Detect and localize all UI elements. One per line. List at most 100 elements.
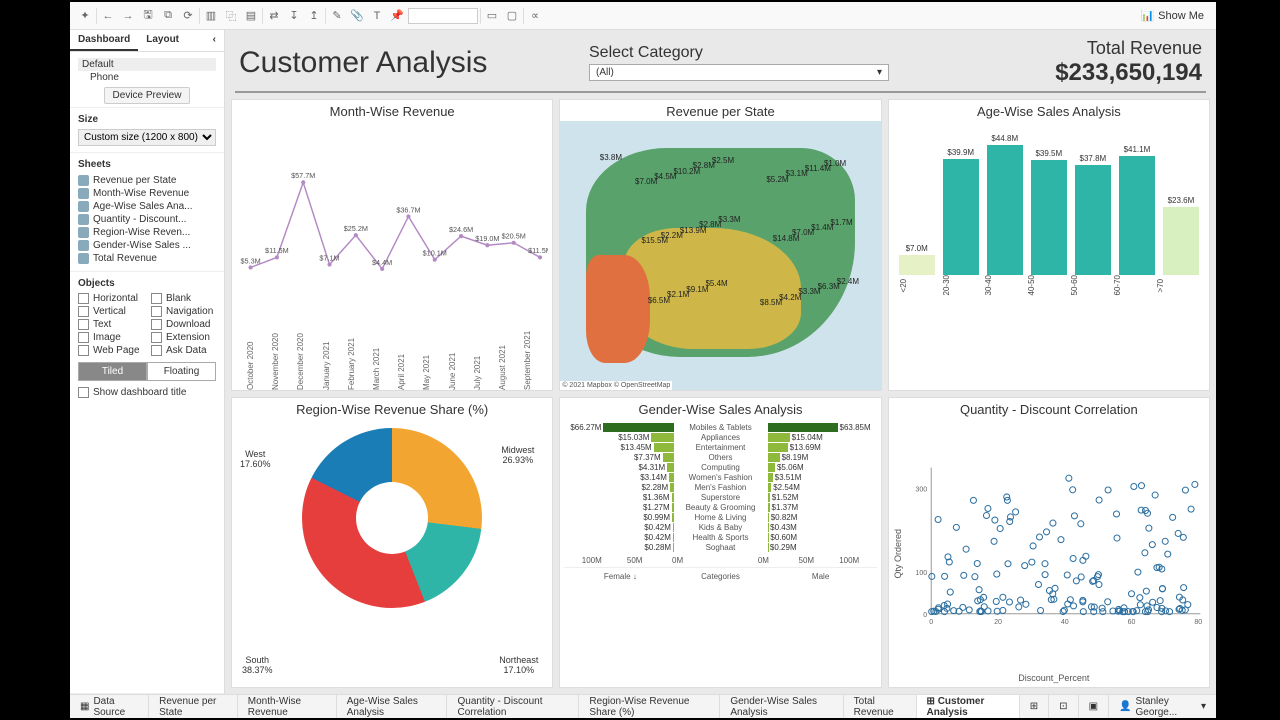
sheet-tab[interactable]: Month-Wise Revenue bbox=[238, 695, 337, 718]
tiled-toggle[interactable]: Tiled bbox=[78, 362, 147, 381]
svg-text:$19.0M: $19.0M bbox=[475, 234, 499, 243]
svg-text:$10.1M: $10.1M bbox=[423, 249, 447, 258]
panel-qty-discount[interactable]: Quantity - Discount Correlation Qty Orde… bbox=[888, 397, 1210, 689]
object-item[interactable]: Navigation bbox=[151, 306, 216, 317]
sheet-tab[interactable]: Age-Wise Sales Analysis bbox=[337, 695, 448, 718]
tab-dashboard[interactable]: Dashboard bbox=[70, 30, 138, 51]
object-icon bbox=[78, 345, 89, 356]
object-item[interactable]: Ask Data bbox=[151, 345, 216, 356]
sheet-tab[interactable]: Gender-Wise Sales Analysis bbox=[720, 695, 843, 718]
new-sheet-icon[interactable]: ⊞ bbox=[1020, 695, 1049, 718]
search-input[interactable] bbox=[408, 8, 478, 24]
sheet-item[interactable]: Month-Wise Revenue bbox=[78, 187, 216, 200]
sheet-item[interactable]: Total Revenue bbox=[78, 252, 216, 265]
new-dashboard-icon[interactable]: ⊡ bbox=[1049, 695, 1078, 718]
back-icon[interactable]: ← bbox=[99, 7, 117, 25]
size-title: Size bbox=[78, 114, 216, 125]
present-icon[interactable]: ▢ bbox=[503, 7, 521, 25]
separator bbox=[262, 8, 263, 24]
panel-age-sales[interactable]: Age-Wise Sales Analysis $7.0M$39.9M$44.8… bbox=[888, 99, 1210, 391]
collapse-icon[interactable]: ‹ bbox=[205, 30, 224, 51]
panel-title: Region-Wise Revenue Share (%) bbox=[232, 398, 552, 419]
sheet-item[interactable]: Region-Wise Reven... bbox=[78, 226, 216, 239]
device-phone[interactable]: Phone bbox=[78, 71, 216, 84]
objects-block: Objects Horizontal Blank Vertical Navigatio… bbox=[70, 272, 224, 694]
size-select[interactable]: Custom size (1200 x 800) bbox=[78, 129, 216, 146]
object-item[interactable]: Blank bbox=[151, 293, 216, 304]
sheet-tab[interactable]: Total Revenue bbox=[844, 695, 917, 718]
refresh-icon[interactable]: ⟳ bbox=[179, 7, 197, 25]
tableau-app: ✦ ← → 🖫 ⧉ ⟳ ▥ ⿻ ▤ ⇄ ↧ ↥ ✎ 📎 T 📌 ▭ ▢ ∝ 📊 … bbox=[70, 2, 1216, 718]
sort-asc-icon[interactable]: ↧ bbox=[285, 7, 303, 25]
sheets-block: Sheets Revenue per StateMonth-Wise Reven… bbox=[70, 153, 224, 272]
svg-text:$7.1M: $7.1M bbox=[319, 253, 339, 262]
y-axis-label: Qty Ordered bbox=[893, 423, 903, 684]
sheet-tab[interactable]: Quantity - Discount Correlation bbox=[447, 695, 579, 718]
bar-chart: $7.0M$39.9M$44.8M$39.5M$37.8M$41.1M$23.6… bbox=[889, 121, 1209, 390]
share-icon[interactable]: ∝ bbox=[526, 7, 544, 25]
svg-text:80: 80 bbox=[1194, 618, 1202, 625]
save-icon[interactable]: 🖫 bbox=[139, 7, 157, 25]
object-item[interactable]: Download bbox=[151, 319, 216, 330]
device-default[interactable]: Default bbox=[78, 58, 216, 71]
sheet-item[interactable]: Revenue per State bbox=[78, 174, 216, 187]
floating-toggle[interactable]: Floating bbox=[147, 362, 216, 381]
sheet-tab[interactable]: Region-Wise Revenue Share (%) bbox=[579, 695, 720, 718]
attach-icon[interactable]: 📎 bbox=[348, 7, 366, 25]
sheet-icon bbox=[78, 175, 89, 186]
pin-icon[interactable]: 📌 bbox=[388, 7, 406, 25]
show-me-button[interactable]: 📊 Show Me bbox=[1134, 6, 1210, 26]
svg-text:60: 60 bbox=[1127, 618, 1135, 625]
sheet-item[interactable]: Age-Wise Sales Ana... bbox=[78, 200, 216, 213]
logo-icon: ✦ bbox=[76, 7, 94, 25]
objects-title: Objects bbox=[78, 278, 216, 289]
panel-title: Quantity - Discount Correlation bbox=[889, 398, 1209, 419]
sheet-icon bbox=[78, 240, 89, 251]
device-block: Default Phone Device Preview bbox=[70, 52, 224, 108]
kpi-label: Total Revenue bbox=[899, 38, 1202, 59]
butterfly-chart: $66.27MMobiles & Tablets$63.85M$15.03MAp… bbox=[560, 419, 880, 688]
object-icon bbox=[151, 319, 162, 330]
device-preview-button[interactable]: Device Preview bbox=[104, 87, 191, 104]
svg-text:$57.7M: $57.7M bbox=[291, 171, 315, 180]
object-item[interactable]: Text bbox=[78, 319, 143, 330]
panel-region-share[interactable]: Region-Wise Revenue Share (%) West17.60%… bbox=[231, 397, 553, 689]
highlight-icon[interactable]: ✎ bbox=[328, 7, 346, 25]
label-northeast: Northeast17.10% bbox=[499, 655, 538, 675]
fit-icon[interactable]: ▭ bbox=[483, 7, 501, 25]
object-item[interactable]: Image bbox=[78, 332, 143, 343]
sheet-tab[interactable]: Revenue per State bbox=[149, 695, 238, 718]
text-icon[interactable]: T bbox=[368, 7, 386, 25]
duplicate-icon[interactable]: ⿻ bbox=[222, 7, 240, 25]
sheet-item[interactable]: Quantity - Discount... bbox=[78, 213, 216, 226]
object-item[interactable]: Web Page bbox=[78, 345, 143, 356]
donut-chart: West17.60% Midwest26.93% Northeast17.10%… bbox=[232, 419, 552, 688]
swap-icon[interactable]: ⇄ bbox=[265, 7, 283, 25]
data-source-tab[interactable]: ▦ Data Source bbox=[70, 695, 149, 718]
user-menu[interactable]: 👤 Stanley George... ▾ bbox=[1109, 696, 1216, 718]
sheet-tab[interactable]: ⊞ Customer Analysis bbox=[917, 695, 1020, 718]
object-item[interactable]: Vertical bbox=[78, 306, 143, 317]
sheet-icon bbox=[78, 214, 89, 225]
object-icon bbox=[78, 293, 89, 304]
tab-layout[interactable]: Layout bbox=[138, 30, 204, 51]
panel-gender-sales[interactable]: Gender-Wise Sales Analysis $66.27MMobile… bbox=[559, 397, 881, 689]
sheet-item[interactable]: Gender-Wise Sales ... bbox=[78, 239, 216, 252]
object-item[interactable]: Horizontal bbox=[78, 293, 143, 304]
filter-dropdown[interactable]: (All) ▾ bbox=[589, 64, 889, 81]
new-story-icon[interactable]: ▣ bbox=[1079, 695, 1109, 718]
forward-icon[interactable]: → bbox=[119, 7, 137, 25]
new-ds-icon[interactable]: ⧉ bbox=[159, 7, 177, 25]
object-item[interactable]: Extension bbox=[151, 332, 216, 343]
panel-month-revenue[interactable]: Month-Wise Revenue $5.3M$11.5M$57.7M$7.1… bbox=[231, 99, 553, 391]
category-filter: Select Category (All) ▾ bbox=[589, 44, 889, 81]
sidebar: Dashboard Layout ‹ Default Phone Device … bbox=[70, 30, 225, 694]
show-title-row[interactable]: Show dashboard title bbox=[78, 387, 216, 398]
svg-text:$24.6M: $24.6M bbox=[449, 225, 473, 234]
sort-desc-icon[interactable]: ↥ bbox=[305, 7, 323, 25]
clear-icon[interactable]: ▤ bbox=[242, 7, 260, 25]
checkbox-icon[interactable] bbox=[78, 387, 89, 398]
panel-state-revenue[interactable]: Revenue per State $3.8M$3.3M$2.4M$2.5M$1… bbox=[559, 99, 881, 391]
object-icon bbox=[151, 332, 162, 343]
new-ws-icon[interactable]: ▥ bbox=[202, 7, 220, 25]
